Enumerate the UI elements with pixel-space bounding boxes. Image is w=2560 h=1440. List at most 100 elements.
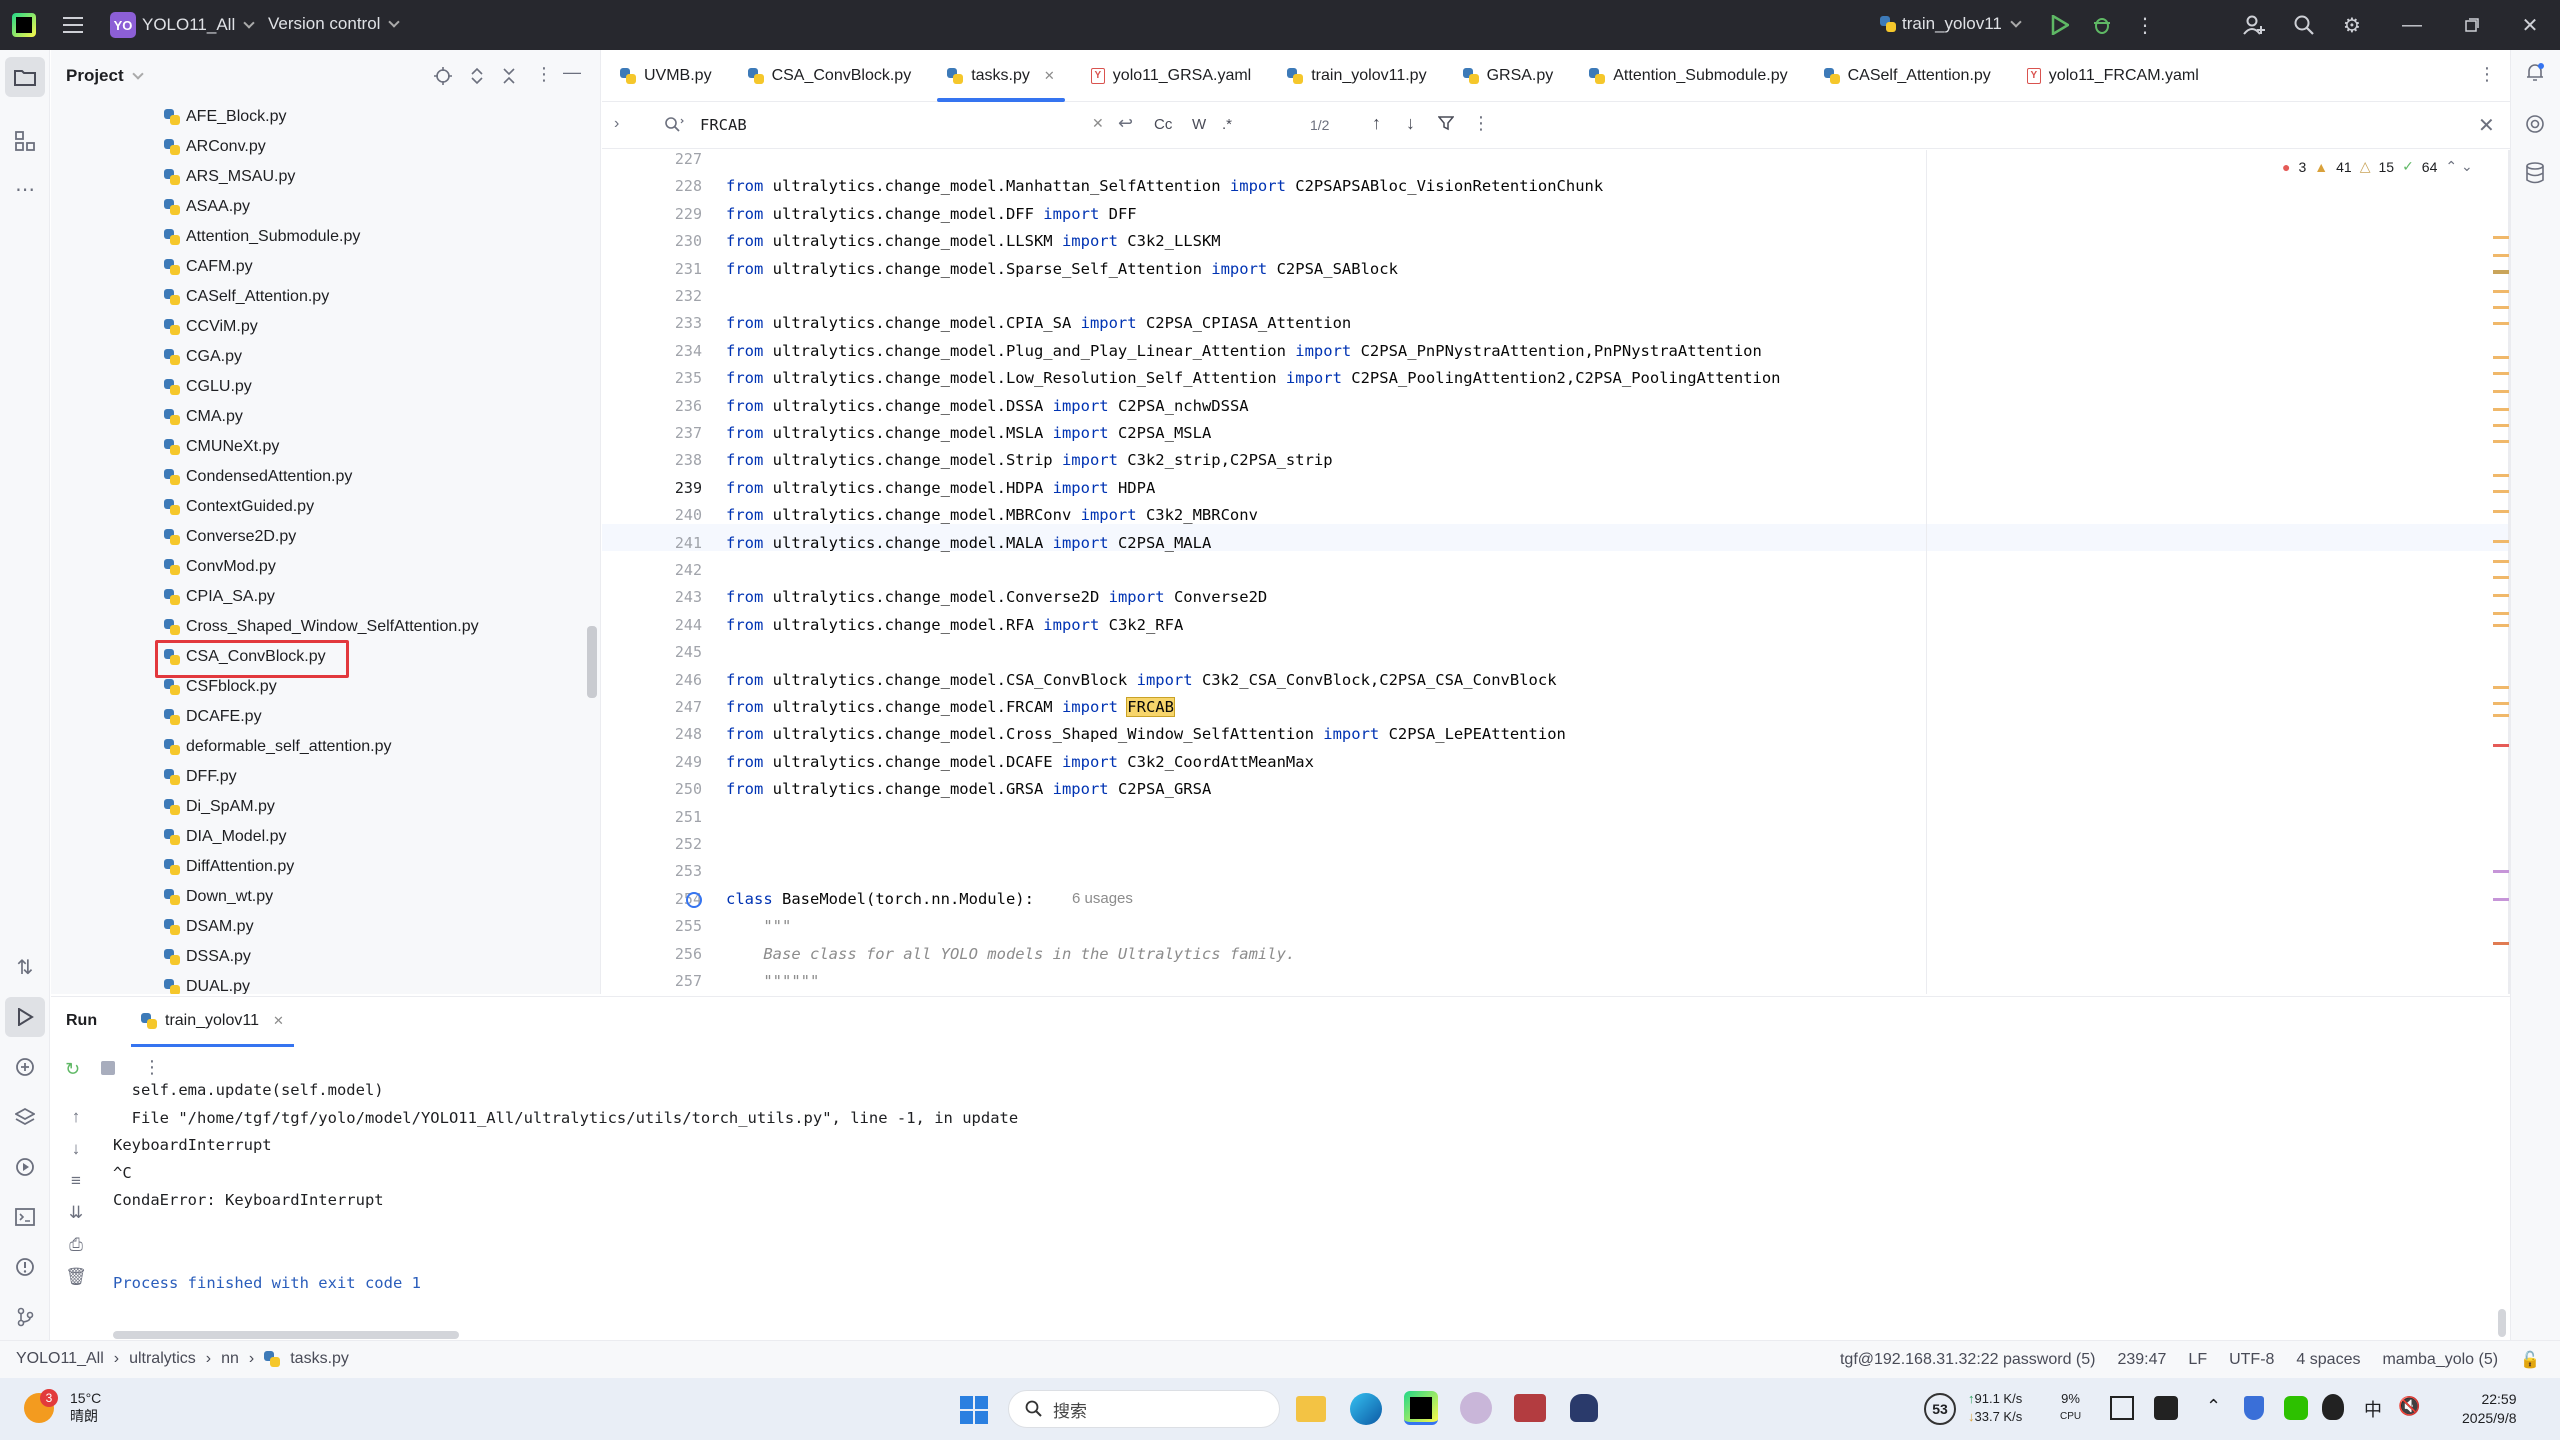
usages-hint[interactable]: 6 usages: [1072, 890, 1133, 907]
minimize-icon[interactable]: —: [2392, 5, 2432, 45]
file-tree-item[interactable]: CGLU.py: [164, 372, 252, 402]
print-icon[interactable]: ⎙: [61, 1229, 91, 1261]
inspections-widget[interactable]: ● 3 ▲ 41 △ 15 ✓ 64 ⌃ ⌄: [2282, 158, 2473, 175]
file-tree-item[interactable]: ASAA.py: [164, 192, 250, 222]
caret-position[interactable]: 239:47: [2117, 1351, 2166, 1369]
app-logo-icon[interactable]: [12, 13, 36, 37]
console-vscrollbar[interactable]: [2498, 1309, 2506, 1337]
ai-assistant-icon[interactable]: [2525, 114, 2545, 139]
qq-icon[interactable]: [2322, 1394, 2344, 1420]
project-switcher[interactable]: YO YOLO11_All: [110, 12, 255, 38]
close-tab-icon[interactable]: ✕: [1044, 68, 1055, 84]
whole-word-toggle[interactable]: W: [1192, 116, 1206, 133]
editor-tab[interactable]: CSA_ConvBlock.py: [730, 50, 930, 102]
find-input[interactable]: FRCAB: [700, 116, 747, 134]
clear-search-icon[interactable]: ✕: [1092, 115, 1104, 132]
indent-setting[interactable]: 4 spaces: [2296, 1351, 2360, 1369]
screenshot-app-icon[interactable]: [2154, 1396, 2178, 1420]
wechat-icon[interactable]: [2284, 1396, 2308, 1420]
problems-icon[interactable]: [5, 1247, 45, 1287]
file-tree-item[interactable]: DSAM.py: [164, 912, 254, 942]
file-tree-item[interactable]: Attention_Submodule.py: [164, 222, 360, 252]
file-tree-item[interactable]: CMUNeXt.py: [164, 432, 279, 462]
services-icon[interactable]: [5, 1147, 45, 1187]
add-user-icon[interactable]: [2234, 5, 2274, 45]
breadcrumb-item[interactable]: nn: [221, 1350, 239, 1368]
breadcrumb-item[interactable]: tasks.py: [290, 1350, 349, 1368]
close-find-icon[interactable]: ✕: [2478, 113, 2495, 138]
terminal-icon[interactable]: [5, 1197, 45, 1237]
vcs-menu[interactable]: Version control: [268, 14, 401, 34]
edge-browser-icon[interactable]: [1350, 1393, 1382, 1425]
git-icon[interactable]: [5, 1297, 45, 1337]
file-tree-item[interactable]: ARConv.py: [164, 132, 266, 162]
file-explorer-icon[interactable]: [1296, 1396, 1326, 1422]
editor-tab[interactable]: UVMB.py: [602, 50, 730, 102]
security-shield-icon[interactable]: [2244, 1396, 2264, 1420]
run-more-icon[interactable]: ⋮: [143, 1057, 161, 1078]
start-button[interactable]: [960, 1396, 988, 1424]
collapse-all-icon[interactable]: [499, 66, 519, 86]
file-tree-item[interactable]: CMA.py: [164, 402, 243, 432]
rerun-icon[interactable]: ↻: [65, 1059, 80, 1080]
file-tree-item[interactable]: deformable_self_attention.py: [164, 732, 391, 762]
options-icon[interactable]: ⋮: [535, 64, 553, 85]
breadcrumb-item[interactable]: YOLO11_All: [16, 1350, 104, 1368]
chevron-up-icon[interactable]: ⌃: [2206, 1396, 2221, 1417]
file-tree-item[interactable]: CCViM.py: [164, 312, 258, 342]
restore-icon[interactable]: [2452, 5, 2492, 45]
console-hscrollbar[interactable]: [113, 1331, 459, 1339]
file-tree-item[interactable]: DSSA.py: [164, 942, 251, 972]
python-console-icon[interactable]: [5, 1047, 45, 1087]
editor-tab[interactable]: Yyolo11_GRSA.yaml: [1073, 50, 1269, 102]
next-match-icon[interactable]: ↓: [1406, 113, 1415, 134]
cpu-temp-badge[interactable]: 53: [1924, 1393, 1956, 1425]
file-tree-item[interactable]: DiffAttention.py: [164, 852, 294, 882]
more-horizontal-icon[interactable]: ⋯: [5, 169, 45, 209]
snip-tool-icon[interactable]: [2110, 1396, 2134, 1420]
run-config-selector[interactable]: train_yolov11: [1880, 14, 2022, 34]
pycharm-taskbar-icon[interactable]: [1404, 1391, 1438, 1425]
close-icon[interactable]: ✕: [2510, 5, 2550, 45]
main-menu-icon[interactable]: [53, 5, 93, 45]
match-case-toggle[interactable]: Cc: [1154, 116, 1172, 133]
tree-scrollbar[interactable]: [587, 626, 597, 698]
file-tree-item[interactable]: CAFM.py: [164, 252, 253, 282]
hide-panel-icon[interactable]: —: [563, 62, 581, 83]
file-tree-item[interactable]: DFF.py: [164, 762, 237, 792]
notifications-icon[interactable]: [2525, 62, 2545, 87]
cat-app-icon[interactable]: [1570, 1394, 1598, 1422]
run-tool-icon[interactable]: [5, 997, 45, 1037]
regex-toggle[interactable]: .*: [1222, 116, 1232, 133]
layers-icon[interactable]: [5, 1097, 45, 1137]
soft-wrap-icon[interactable]: ≡: [61, 1165, 91, 1197]
network-speed[interactable]: ↑91.1 K/s ↓33.7 K/s: [1968, 1390, 2022, 1426]
chevron-down-icon[interactable]: [131, 68, 144, 80]
stop-icon[interactable]: [101, 1061, 115, 1075]
locate-icon[interactable]: [433, 66, 453, 86]
run-tab[interactable]: train_yolov11 ✕: [131, 997, 294, 1047]
search-icon[interactable]: [2284, 5, 2324, 45]
editor-tab[interactable]: tasks.py ✕: [929, 50, 1073, 102]
implemented-gutter-icon[interactable]: [686, 892, 702, 908]
lock-icon[interactable]: 🔓: [2520, 1350, 2540, 1370]
file-tree-item[interactable]: Down_wt.py: [164, 882, 273, 912]
file-tree-item[interactable]: Cross_Shaped_Window_SelfAttention.py: [164, 612, 479, 642]
project-panel-title[interactable]: Project: [66, 66, 124, 86]
python-interpreter[interactable]: mamba_yolo (5): [2382, 1351, 2498, 1369]
editor-tab[interactable]: CASelf_Attention.py: [1806, 50, 2009, 102]
file-tree-item[interactable]: CGA.py: [164, 342, 242, 372]
weather-widget[interactable]: 3 15°C 晴朗: [24, 1389, 101, 1425]
file-tree-item[interactable]: ContextGuided.py: [164, 492, 314, 522]
close-tab-icon[interactable]: ✕: [273, 1013, 284, 1029]
ime-indicator[interactable]: 中: [2364, 1396, 2382, 1422]
newline-icon[interactable]: ↩: [1118, 113, 1133, 134]
editor-tab[interactable]: Attention_Submodule.py: [1571, 50, 1805, 102]
chevron-right-icon[interactable]: ›: [614, 115, 619, 133]
more-vertical-icon[interactable]: ⋮: [2125, 5, 2165, 45]
file-tree-item[interactable]: Di_SpAM.py: [164, 792, 275, 822]
project-folder-icon[interactable]: [5, 57, 45, 97]
file-tree-item[interactable]: DUAL.py: [164, 972, 250, 994]
file-tree-item[interactable]: DIA_Model.py: [164, 822, 287, 852]
taskbar-search[interactable]: 搜索: [1008, 1390, 1280, 1428]
